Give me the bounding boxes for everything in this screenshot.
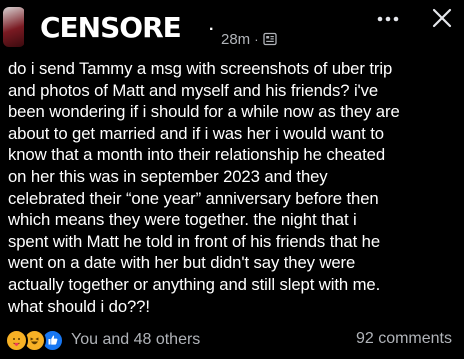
reaction-count[interactable]: You and 48 others bbox=[71, 331, 200, 349]
close-button[interactable] bbox=[424, 0, 460, 36]
comments-count[interactable]: 92 comments bbox=[356, 330, 452, 348]
meta-separator: · bbox=[254, 31, 259, 47]
more-options-button[interactable] bbox=[371, 2, 405, 36]
post-meta: 28m · bbox=[221, 27, 277, 51]
post-body-text: do i send Tammy a msg with screenshots o… bbox=[8, 59, 400, 316]
censor-label: CENSORE bbox=[40, 11, 182, 44]
post-time[interactable]: 28m bbox=[221, 31, 250, 48]
more-icon bbox=[377, 16, 399, 22]
care-reaction-icon bbox=[5, 328, 28, 352]
post-header: CENSORE . 28m · bbox=[0, 0, 464, 52]
privacy-icon[interactable] bbox=[262, 32, 277, 46]
close-icon bbox=[432, 8, 452, 28]
avatar[interactable] bbox=[3, 7, 25, 47]
censor-tail: . bbox=[209, 17, 214, 34]
reactions-summary[interactable]: You and 48 others bbox=[5, 328, 200, 352]
censored-name-block: CENSORE . bbox=[24, 5, 220, 49]
